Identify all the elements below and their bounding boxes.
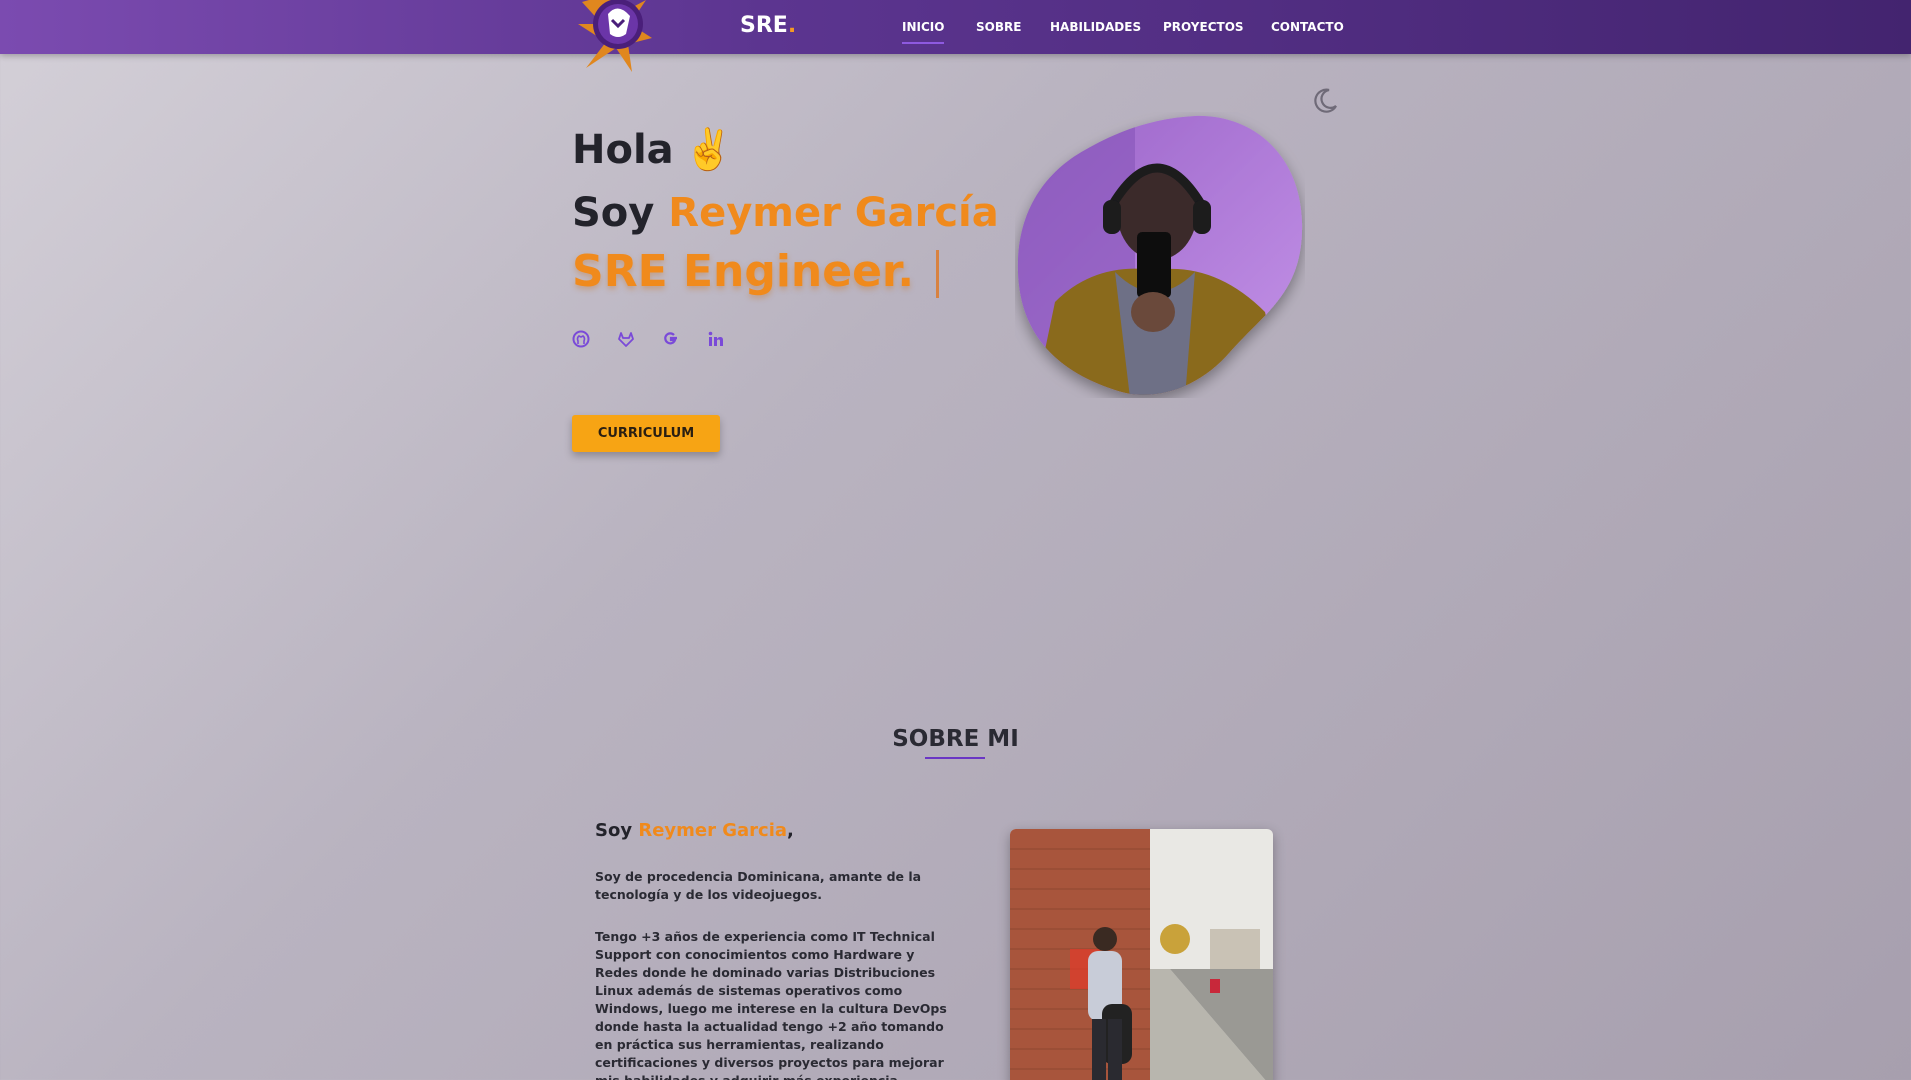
github-icon[interactable] — [572, 330, 590, 348]
hero-name: Reymer García — [668, 190, 999, 236]
profile-photo — [1017, 115, 1303, 395]
about-photo — [1010, 829, 1273, 1080]
google-icon[interactable] — [662, 330, 680, 348]
nav-contacto[interactable]: CONTACTO — [1271, 20, 1344, 34]
about-heading: Soy Reymer Garcia, — [595, 820, 794, 841]
gitlab-icon[interactable] — [617, 330, 635, 348]
nav-habilidades[interactable]: HABILIDADES — [1050, 20, 1141, 34]
logo-icon[interactable] — [572, 0, 658, 74]
nav-inicio[interactable]: INICIO — [902, 20, 945, 44]
section-title-underline — [925, 757, 985, 759]
hero-intro: Soy Reymer García — [572, 190, 999, 236]
about-paragraph-1: Soy de procedencia Dominicana, amante de… — [595, 869, 922, 902]
brand-logo-text[interactable]: SRE. — [740, 13, 796, 38]
top-navbar: SRE. INICIO SOBRE HABILIDADES PROYECTOS … — [0, 0, 1911, 72]
victory-hand-icon: ✌️ — [683, 127, 734, 173]
section-title-sobre-mi: SOBRE MI — [892, 726, 1019, 752]
moon-icon[interactable] — [1310, 86, 1340, 116]
typing-cursor — [936, 250, 940, 298]
hero-greeting: Hola ✌️ — [572, 127, 734, 173]
about-name: Reymer Garcia — [638, 820, 788, 841]
linkedin-icon[interactable] — [707, 330, 725, 348]
nav-proyectos[interactable]: PROYECTOS — [1163, 20, 1244, 34]
curriculum-button[interactable]: CURRICULUM — [572, 415, 720, 452]
hero-role: SRE Engineer. — [572, 246, 940, 298]
nav-sobre[interactable]: SOBRE — [976, 20, 1021, 34]
about-paragraph-2: Tengo +3 años de experiencia como IT Tec… — [595, 929, 947, 1080]
social-links — [572, 330, 725, 348]
